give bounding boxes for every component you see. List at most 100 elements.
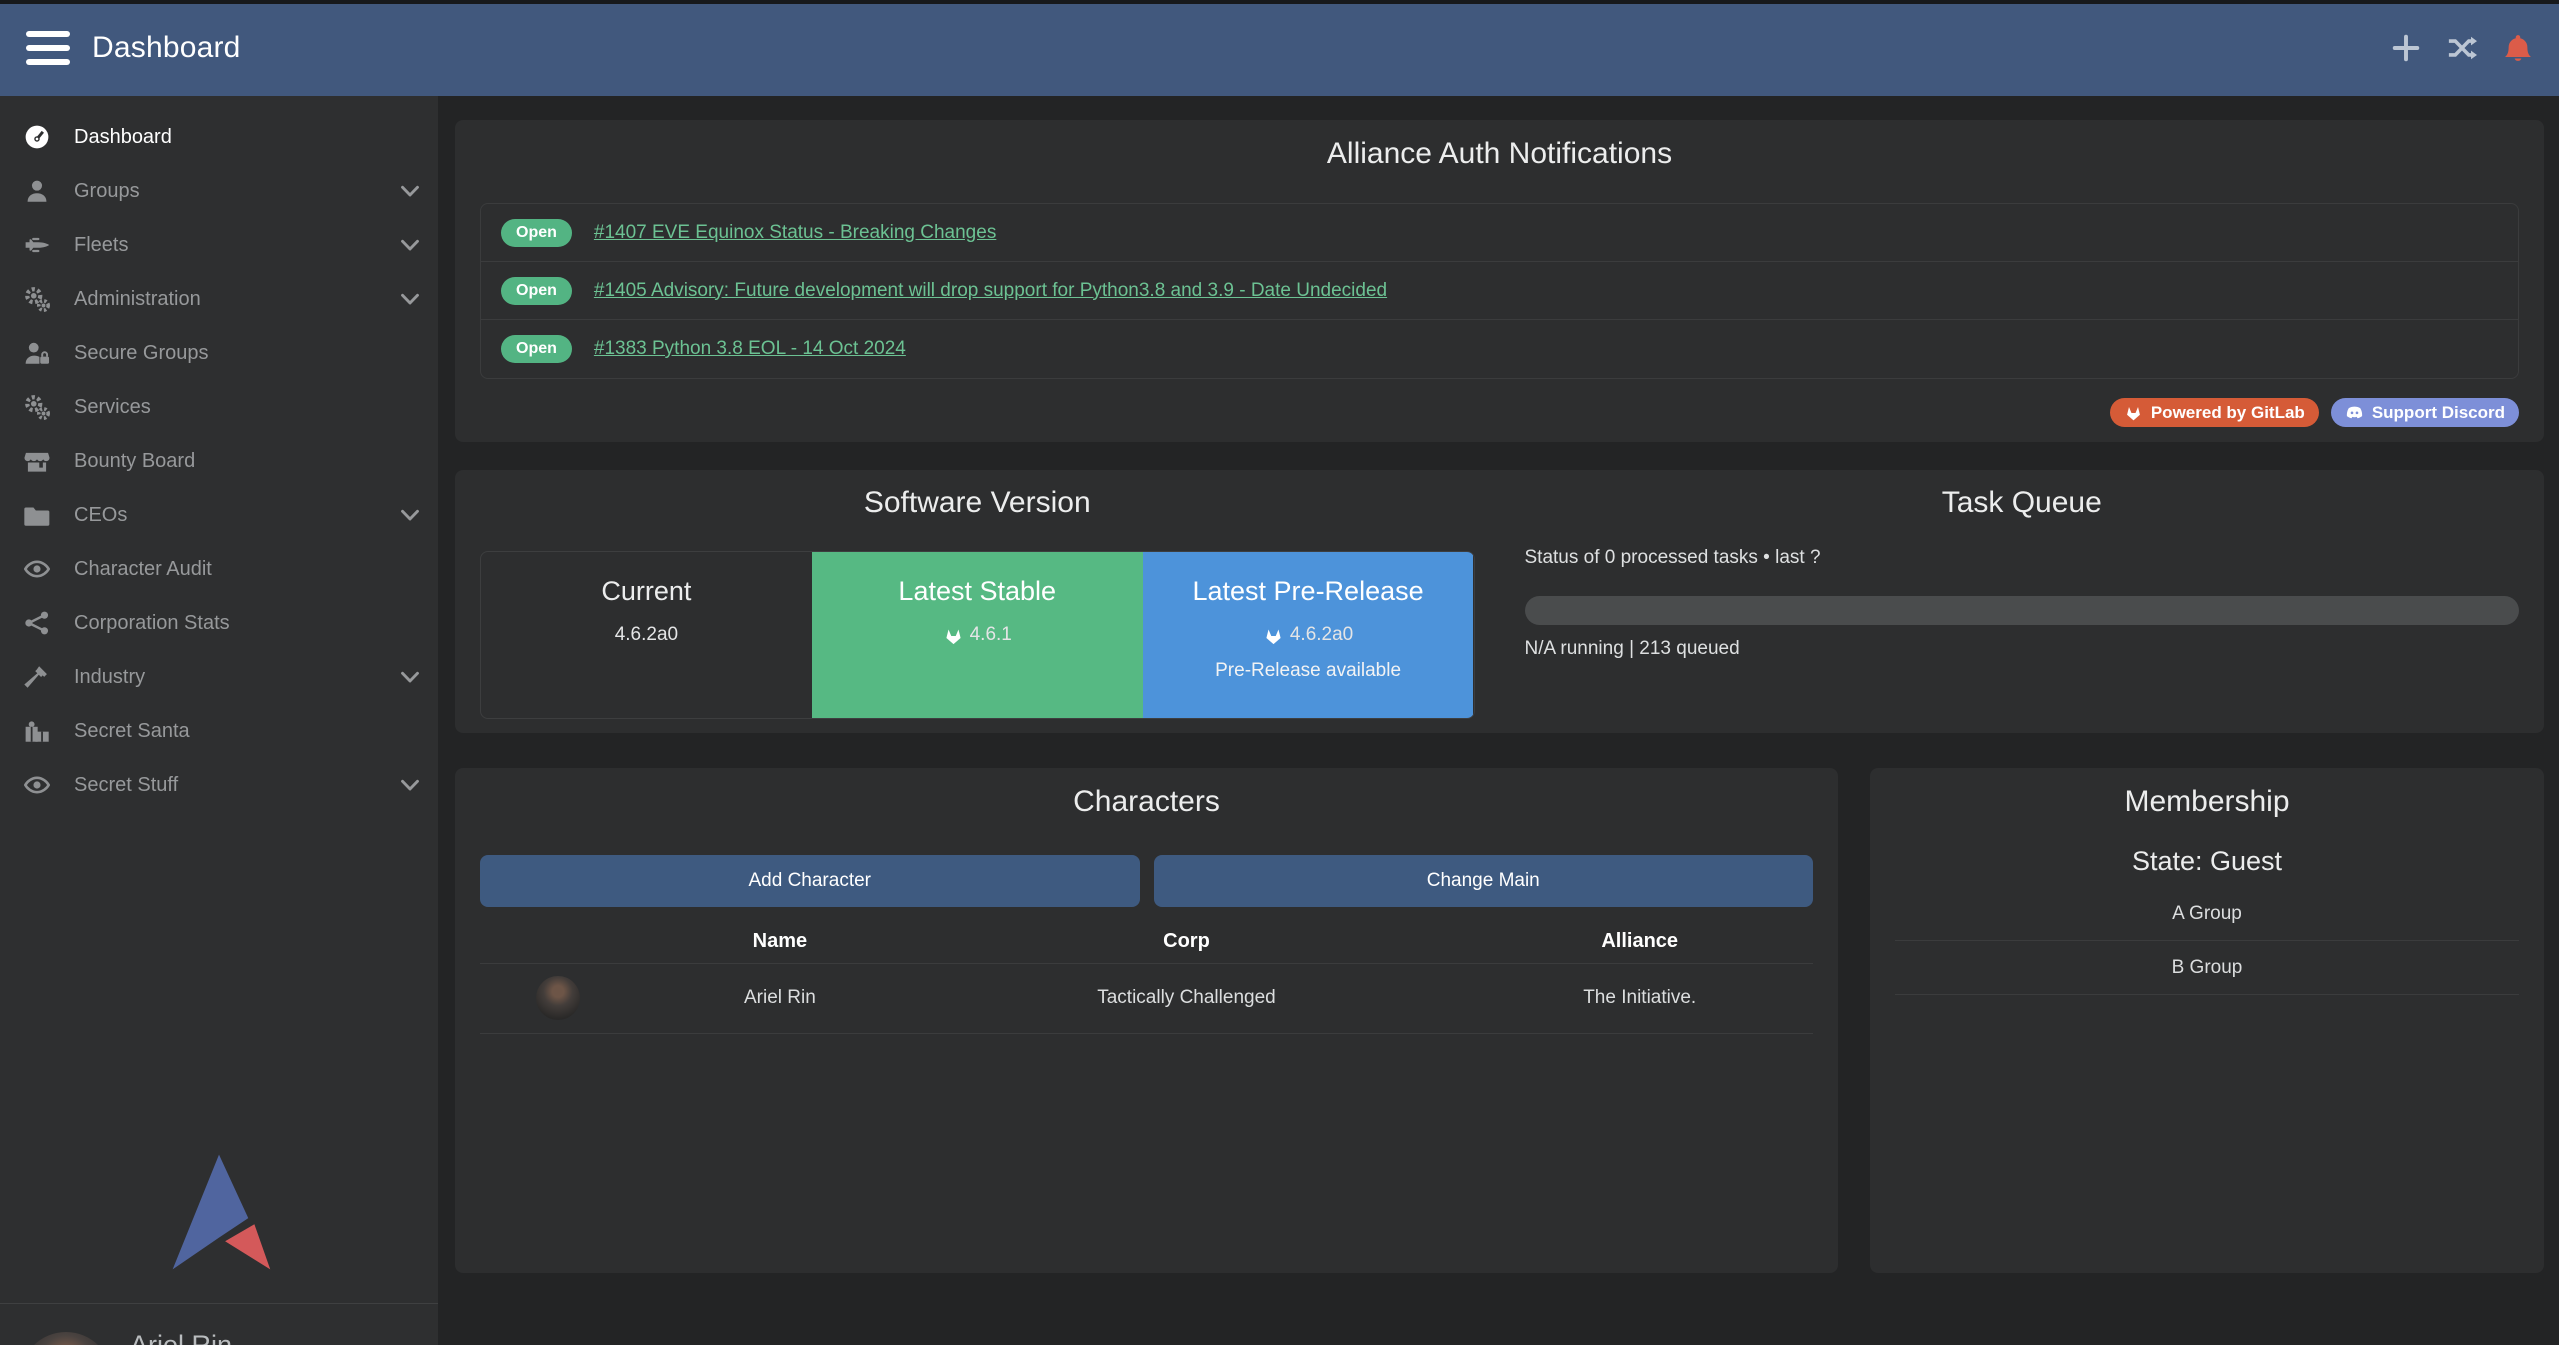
- chevron-down-icon: [398, 503, 422, 527]
- sidebar-item-secret-santa[interactable]: Secret Santa: [0, 704, 438, 758]
- notifications-bell-icon[interactable]: [2503, 33, 2533, 63]
- sidebar-item-administration[interactable]: Administration: [0, 272, 438, 326]
- sidebar-item-label: Fleets: [74, 234, 128, 257]
- gitlab-icon: [2124, 403, 2143, 422]
- character-portrait: [536, 976, 580, 1020]
- sidebar-item-industry[interactable]: Industry: [0, 650, 438, 704]
- shuffle-icon[interactable]: [2447, 33, 2477, 63]
- task-queue-title: Task Queue: [1525, 483, 2520, 523]
- gauge-icon: [24, 124, 50, 150]
- user-lock-icon: [24, 340, 50, 366]
- notification-item: Open #1405 Advisory: Future development …: [481, 262, 2518, 320]
- sidebar-item-bounty-board[interactable]: Bounty Board: [0, 434, 438, 488]
- user-name: Ariel Rin: [130, 1330, 309, 1345]
- version-current-column: Current 4.6.2a0: [481, 552, 812, 718]
- version-column-label: Latest Pre-Release: [1143, 574, 1474, 608]
- discord-icon: [2345, 403, 2364, 422]
- sidebar-item-label: Administration: [74, 288, 201, 311]
- header-actions: [2391, 33, 2533, 63]
- character-corp: Tactically Challenged: [907, 963, 1467, 1033]
- task-queue-queue-line: N/A running | 213 queued: [1525, 638, 2520, 660]
- notification-link[interactable]: #1407 EVE Equinox Status - Breaking Chan…: [594, 222, 996, 244]
- sidebar-item-label: Character Audit: [74, 558, 212, 581]
- sidebar-nav: Dashboard Groups Fleets Administration S…: [0, 96, 438, 812]
- gifts-icon: [24, 718, 50, 744]
- sidebar-item-ceos[interactable]: CEOs: [0, 488, 438, 542]
- version-prerelease-column: Latest Pre-Release 4.6.2a0 Pre-Release a…: [1143, 552, 1474, 718]
- chevron-down-icon: [398, 179, 422, 203]
- version-column-label: Current: [481, 574, 812, 608]
- membership-panel: Membership State: Guest A Group B Group: [1870, 768, 2544, 1273]
- alliance-auth-logo: [158, 1146, 280, 1278]
- membership-title: Membership: [1870, 768, 2544, 822]
- sidebar-item-label: Secret Santa: [74, 720, 190, 743]
- shuttle-icon: [24, 232, 50, 258]
- version-stable-column: Latest Stable 4.6.1: [812, 552, 1143, 718]
- sidebar-item-secure-groups[interactable]: Secure Groups: [0, 326, 438, 380]
- prerelease-note: Pre-Release available: [1143, 660, 1474, 682]
- sidebar: Dashboard Groups Fleets Administration S…: [0, 96, 438, 1345]
- membership-group-item: B Group: [1895, 941, 2519, 995]
- sidebar-item-dashboard[interactable]: Dashboard: [0, 110, 438, 164]
- plus-icon[interactable]: [2391, 33, 2421, 63]
- column-header-portrait: [480, 921, 653, 963]
- character-row: Ariel Rin Tactically Challenged The Init…: [480, 963, 1813, 1033]
- sidebar-item-label: Industry: [74, 666, 145, 689]
- notification-item: Open #1407 EVE Equinox Status - Breaking…: [481, 204, 2518, 262]
- characters-panel: Characters Add Character Change Main Nam…: [455, 768, 1838, 1273]
- chevron-down-icon: [398, 773, 422, 797]
- task-queue-status-line: Status of 0 processed tasks • last ?: [1525, 547, 2520, 569]
- sidebar-item-label: Groups: [74, 180, 140, 203]
- task-queue-progress-bar: [1525, 596, 2520, 625]
- column-header-name: Name: [653, 921, 906, 963]
- version-box: Current 4.6.2a0 Latest Stable 4.6.1 Late…: [480, 551, 1475, 719]
- sidebar-item-corporation-stats[interactable]: Corporation Stats: [0, 596, 438, 650]
- sidebar-item-fleets[interactable]: Fleets: [0, 218, 438, 272]
- hammer-icon: [24, 664, 50, 690]
- top-navbar: Dashboard: [0, 0, 2559, 96]
- character-name: Ariel Rin: [653, 963, 906, 1033]
- version-number: 4.6.2a0: [615, 624, 678, 646]
- membership-group-list: A Group B Group: [1895, 887, 2519, 995]
- sidebar-item-label: Dashboard: [74, 126, 172, 149]
- window-top-border: [0, 0, 2559, 4]
- change-main-button[interactable]: Change Main: [1154, 855, 1814, 907]
- gitlab-icon: [1263, 625, 1284, 646]
- notifications-title: Alliance Auth Notifications: [455, 120, 2544, 174]
- software-version-title: Software Version: [480, 483, 1475, 523]
- notification-link[interactable]: #1383 Python 3.8 EOL - 14 Oct 2024: [594, 338, 906, 360]
- membership-state: State: Guest: [1870, 846, 2544, 877]
- sidebar-item-label: CEOs: [74, 504, 127, 527]
- powered-by-gitlab-badge[interactable]: Powered by GitLab: [2110, 398, 2319, 427]
- eye-icon: [24, 772, 50, 798]
- status-badge: Open: [501, 219, 572, 247]
- sidebar-item-groups[interactable]: Groups: [0, 164, 438, 218]
- notifications-list: Open #1407 EVE Equinox Status - Breaking…: [480, 203, 2519, 379]
- sidebar-item-character-audit[interactable]: Character Audit: [0, 542, 438, 596]
- store-icon: [24, 448, 50, 474]
- software-version-section: Software Version Current 4.6.2a0 Latest …: [455, 470, 1500, 733]
- sidebar-item-secret-stuff[interactable]: Secret Stuff: [0, 758, 438, 812]
- version-number[interactable]: 4.6.1: [970, 624, 1012, 646]
- notification-link[interactable]: #1405 Advisory: Future development will …: [594, 280, 1387, 302]
- status-panel: Software Version Current 4.6.2a0 Latest …: [455, 470, 2544, 733]
- sidebar-user-panel: Ariel Rin Tactically Challenged The Init…: [0, 1303, 438, 1345]
- column-header-alliance: Alliance: [1466, 921, 1813, 963]
- support-discord-badge[interactable]: Support Discord: [2331, 398, 2519, 427]
- status-badge: Open: [501, 277, 572, 305]
- gitlab-icon: [943, 625, 964, 646]
- user-avatar: [20, 1332, 112, 1345]
- sidebar-item-label: Services: [74, 396, 151, 419]
- version-number[interactable]: 4.6.2a0: [1290, 624, 1353, 646]
- version-column-label: Latest Stable: [812, 574, 1143, 608]
- page-title: Dashboard: [92, 31, 241, 65]
- gears-icon: [24, 286, 50, 312]
- add-character-button[interactable]: Add Character: [480, 855, 1140, 907]
- notifications-panel: Alliance Auth Notifications Open #1407 E…: [455, 120, 2544, 442]
- sidebar-item-services[interactable]: Services: [0, 380, 438, 434]
- characters-table: Name Corp Alliance Ariel Rin Tactically …: [480, 921, 1813, 1034]
- sidebar-item-label: Corporation Stats: [74, 612, 230, 635]
- menu-toggle-button[interactable]: [26, 31, 70, 65]
- character-alliance: The Initiative.: [1466, 963, 1813, 1033]
- eye-icon: [24, 556, 50, 582]
